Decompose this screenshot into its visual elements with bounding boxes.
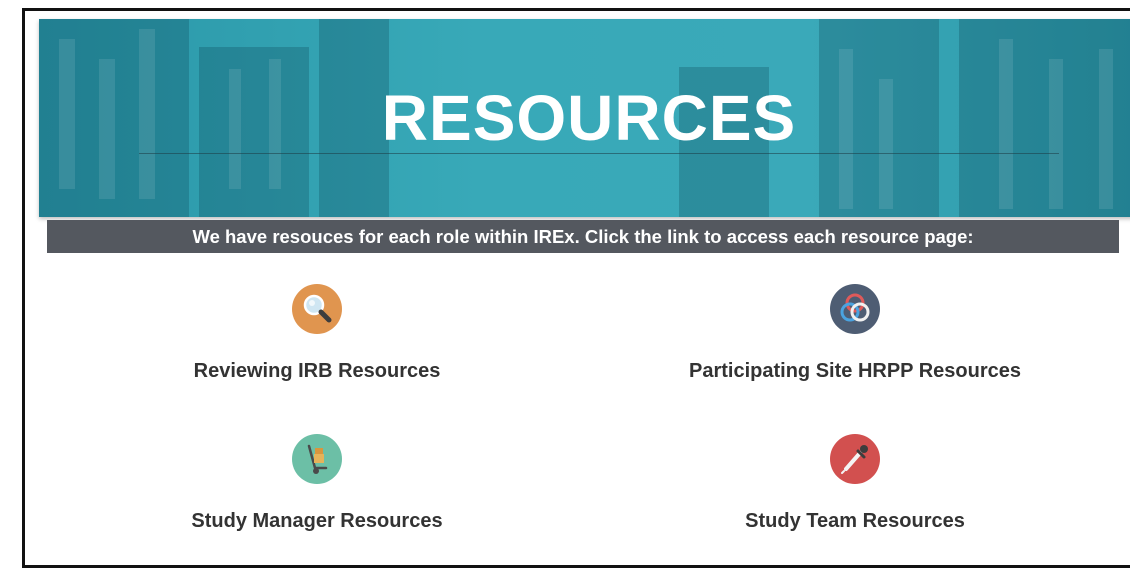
resource-label[interactable]: Study Team Resources [745, 510, 965, 532]
pipette-icon[interactable] [830, 434, 880, 484]
resource-label[interactable]: Reviewing IRB Resources [194, 360, 441, 382]
resource-label[interactable]: Participating Site HRPP Resources [689, 360, 1021, 382]
resources-page-frame: RESOURCES We have resouces for each role… [22, 8, 1130, 568]
title-underline [139, 153, 1059, 154]
magnifier-icon[interactable] [292, 284, 342, 334]
hand-truck-icon[interactable] [292, 434, 342, 484]
linked-rings-icon[interactable] [830, 284, 880, 334]
resources-banner: RESOURCES [39, 19, 1130, 217]
page-title: RESOURCES [381, 82, 797, 154]
resource-label[interactable]: Study Manager Resources [191, 510, 442, 532]
resource-reviewing-irb[interactable]: Reviewing IRB Resources [117, 284, 517, 383]
resource-participating-site-hrpp[interactable]: Participating Site HRPP Resources [655, 284, 1055, 383]
resource-study-team[interactable]: Study Team Resources [655, 434, 1055, 533]
intro-bar: We have resouces for each role within IR… [47, 220, 1119, 253]
resource-study-manager[interactable]: Study Manager Resources [117, 434, 517, 533]
